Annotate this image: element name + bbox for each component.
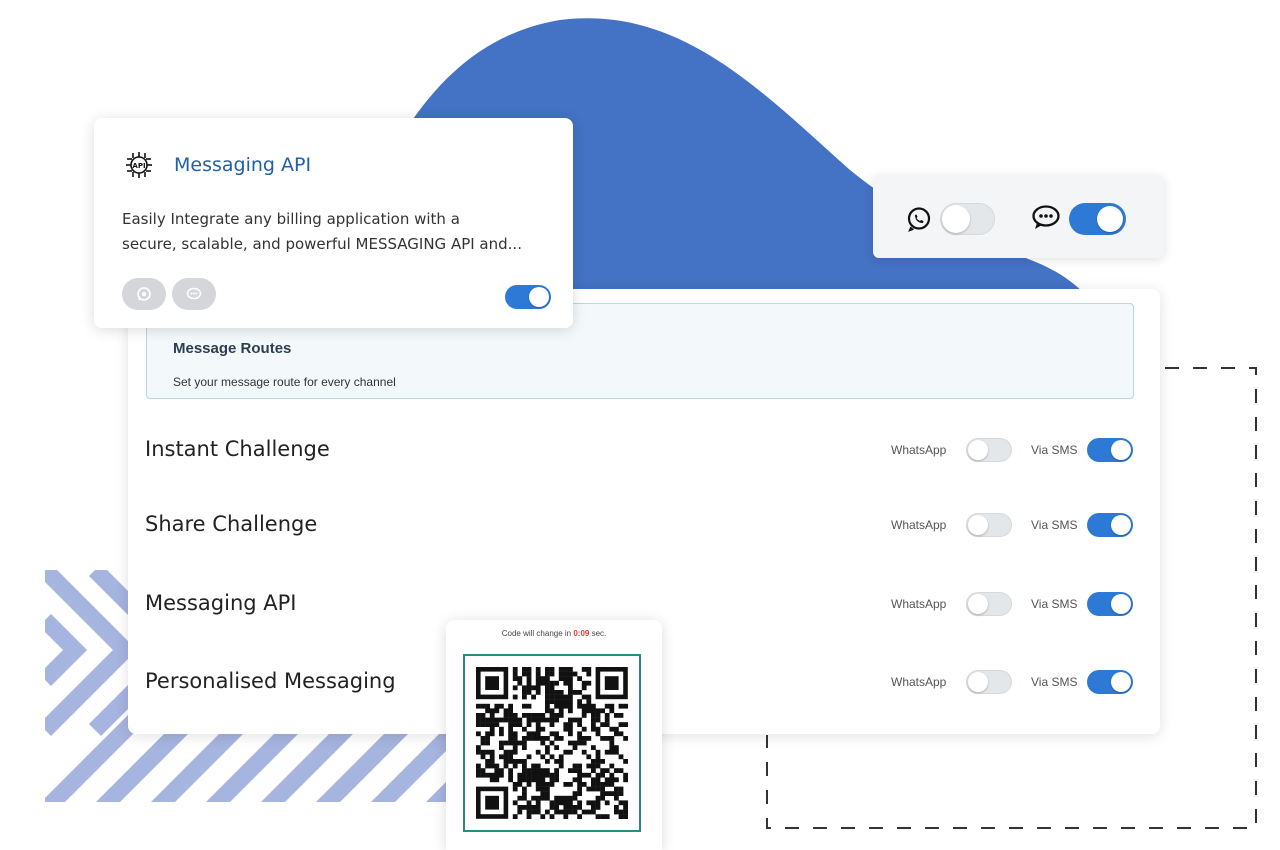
description-line: Easily Integrate any billing application… <box>122 210 460 228</box>
sms-chip[interactable] <box>172 278 216 310</box>
description-line: secure, scalable, and powerful MESSAGING… <box>122 235 522 253</box>
sms-toggle[interactable] <box>1087 670 1133 694</box>
route-row-instant-challenge: Instant Challenge WhatsApp Via SMS <box>128 431 1160 471</box>
route-row-share-challenge: Share Challenge WhatsApp Via SMS <box>128 506 1160 546</box>
toggle-knob <box>529 287 549 307</box>
sms-chat-icon <box>186 287 202 300</box>
api-enable-toggle[interactable] <box>505 285 551 309</box>
whatsapp-label: WhatsApp <box>891 518 947 532</box>
qr-caption-suffix: sec. <box>591 629 607 638</box>
whatsapp-toggle[interactable] <box>966 513 1012 537</box>
api-card-title: Messaging API <box>174 154 312 176</box>
route-label: Share Challenge <box>145 512 318 536</box>
toggle-knob <box>1097 206 1123 232</box>
qr-caption-prefix: Code will change in <box>501 629 572 638</box>
api-chip-icon: API <box>126 152 152 178</box>
route-row-messaging-api: Messaging API WhatsApp Via SMS <box>128 585 1160 625</box>
routes-subtitle: Set your message route for every channel <box>173 375 396 389</box>
whatsapp-icon <box>907 207 931 232</box>
toggle-knob <box>1111 672 1131 692</box>
qr-timer: 0:09 <box>573 629 590 638</box>
whatsapp-toggle[interactable] <box>966 592 1012 616</box>
toggle-knob <box>968 594 988 614</box>
whatsapp-label: WhatsApp <box>891 597 947 611</box>
routes-title: Message Routes <box>173 340 292 357</box>
whatsapp-chip[interactable] <box>122 278 166 310</box>
toggle-knob <box>1111 515 1131 535</box>
svg-text:API: API <box>132 162 145 170</box>
toggle-knob <box>942 205 970 233</box>
qr-code-icon <box>476 667 628 819</box>
toggle-knob <box>968 440 988 460</box>
toggle-knob <box>1111 594 1131 614</box>
route-label: Instant Challenge <box>145 437 330 461</box>
sms-label: Via SMS <box>1031 675 1078 689</box>
route-label: Messaging API <box>145 591 297 615</box>
channel-toggle-card <box>873 175 1164 258</box>
sms-label: Via SMS <box>1031 518 1078 532</box>
sms-toggle[interactable] <box>1069 203 1126 235</box>
whatsapp-toggle[interactable] <box>940 203 995 235</box>
qr-caption: Code will change in 0:09 sec. <box>446 629 662 638</box>
qr-code <box>463 654 641 832</box>
sms-label: Via SMS <box>1031 597 1078 611</box>
whatsapp-label: WhatsApp <box>891 443 947 457</box>
sms-chat-icon <box>1032 205 1060 229</box>
route-label: Personalised Messaging <box>145 669 396 693</box>
toggle-knob <box>968 515 988 535</box>
whatsapp-label: WhatsApp <box>891 675 947 689</box>
qr-code-card: Code will change in 0:09 sec. <box>446 620 662 850</box>
whatsapp-toggle[interactable] <box>966 670 1012 694</box>
toggle-knob <box>968 672 988 692</box>
whatsapp-icon <box>137 287 151 301</box>
sms-toggle[interactable] <box>1087 438 1133 462</box>
sms-toggle[interactable] <box>1087 513 1133 537</box>
sms-label: Via SMS <box>1031 443 1078 457</box>
whatsapp-toggle[interactable] <box>966 438 1012 462</box>
sms-toggle[interactable] <box>1087 592 1133 616</box>
toggle-knob <box>1111 440 1131 460</box>
messaging-api-card: API Messaging API Easily Integrate any b… <box>94 118 573 328</box>
api-card-description: Easily Integrate any billing application… <box>122 207 562 257</box>
